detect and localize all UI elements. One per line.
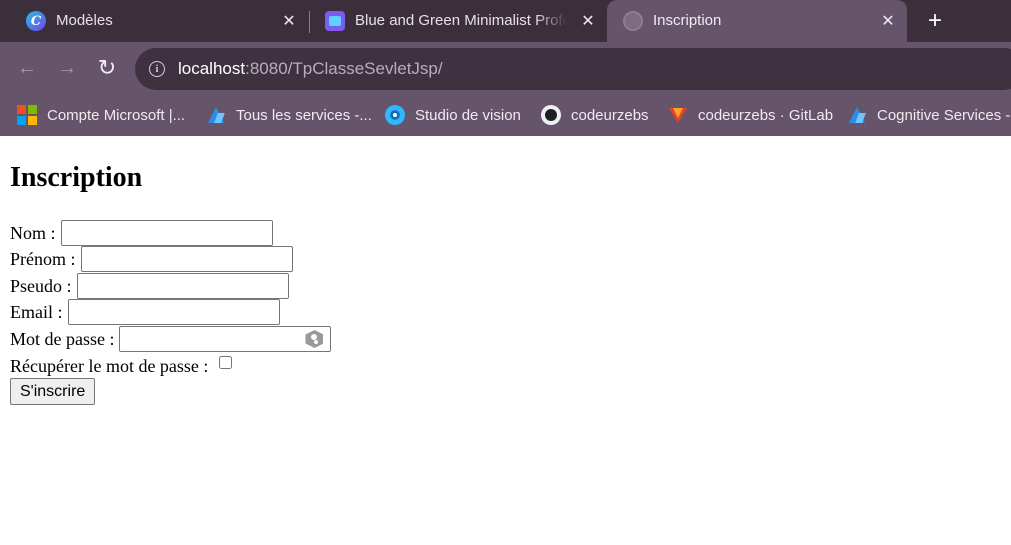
close-icon[interactable]: ✕ <box>577 10 599 32</box>
bookmark-gitlab[interactable]: codeurzebs · GitLab <box>668 103 833 127</box>
prenom-input[interactable] <box>80 246 293 272</box>
tab-title: Blue and Green Minimalist Profe <box>355 12 567 29</box>
signup-button[interactable]: S'inscrire <box>10 378 96 405</box>
url-path: :8080/TpClasseSevletJsp/ <box>245 59 443 78</box>
pseudo-label: Pseudo : <box>10 275 72 296</box>
back-arrow-icon[interactable]: ← <box>13 54 41 82</box>
globe-icon <box>623 11 643 31</box>
close-icon[interactable]: ✕ <box>278 10 300 32</box>
email-input[interactable] <box>67 299 280 325</box>
address-bar[interactable]: i localhost:8080/TpClasseSevletJsp/ <box>135 48 1011 90</box>
tab-title: Inscription <box>653 12 722 29</box>
bookmark-label: codeurzebs · GitLab <box>698 106 834 124</box>
site-info-icon[interactable]: i <box>149 61 165 77</box>
canva-icon: C <box>26 11 46 31</box>
tab-blue-green-design[interactable]: Blue and Green Minimalist Profe ✕ <box>309 0 607 42</box>
bookmark-cognitive-services[interactable]: Cognitive Services -... <box>847 103 1011 127</box>
bookmark-label: Cognitive Services -... <box>877 106 1011 124</box>
nom-input[interactable] <box>60 220 273 246</box>
recover-label: Récupérer le mot de passe : <box>10 355 209 376</box>
pseudo-input[interactable] <box>76 273 289 299</box>
forward-arrow-icon[interactable]: → <box>53 54 81 82</box>
bookmark-all-services[interactable]: Tous les services -... <box>206 103 372 127</box>
recover-checkbox[interactable] <box>219 355 233 369</box>
url-host: localhost <box>178 59 246 78</box>
new-tab-button[interactable]: + <box>921 7 949 35</box>
email-label: Email : <box>10 301 63 322</box>
tab-title: Modèles <box>56 12 113 29</box>
recover-row: Récupérer le mot de passe : <box>10 353 233 379</box>
page-content: Inscription Nom : Prénom : Pseudo : Emai… <box>0 136 1011 545</box>
azure-icon <box>206 105 226 125</box>
password-label: Mot de passe : <box>10 328 115 349</box>
tab-strip: C Modèles ✕ Blue and Green Minimalist Pr… <box>0 0 1011 42</box>
bookmark-label: Tous les services -... <box>236 106 372 124</box>
bookmark-label: Compte Microsoft |... <box>47 106 186 124</box>
nom-row: Nom : <box>10 220 273 246</box>
reload-icon[interactable]: ↻ <box>93 54 121 82</box>
pseudo-row: Pseudo : <box>10 273 289 299</box>
password-input[interactable] <box>119 326 332 352</box>
tab-inscription[interactable]: Inscription ✕ <box>607 0 907 42</box>
github-icon <box>541 105 561 125</box>
url-text[interactable]: localhost:8080/TpClasseSevletJsp/ <box>178 59 443 79</box>
bookmark-github[interactable]: codeurzebs <box>541 103 649 127</box>
bookmark-label: Studio de vision <box>415 106 521 124</box>
gitlab-icon <box>668 105 688 125</box>
page-title: Inscription <box>10 162 143 193</box>
password-field-wrapper <box>119 326 332 352</box>
prenom-label: Prénom : <box>10 248 76 269</box>
azure-icon <box>847 105 867 125</box>
browser-toolbar: ← → ↻ i localhost:8080/TpClasseSevletJsp… <box>0 42 1011 95</box>
bookmark-label: codeurzebs <box>571 106 649 124</box>
close-icon[interactable]: ✕ <box>877 10 899 32</box>
bookmark-microsoft-account[interactable]: Compte Microsoft |... <box>17 103 185 127</box>
nom-label: Nom : <box>10 222 56 243</box>
bookmark-vision-studio[interactable]: Studio de vision <box>385 103 521 127</box>
prenom-row: Prénom : <box>10 246 293 272</box>
canva-design-icon <box>325 11 345 31</box>
tab-modeles[interactable]: C Modèles ✕ <box>10 0 308 42</box>
password-row: Mot de passe : <box>10 326 332 352</box>
vision-studio-icon <box>385 105 405 125</box>
email-row: Email : <box>10 299 280 325</box>
microsoft-icon <box>17 105 37 125</box>
bookmarks-bar: Compte Microsoft |... Tous les services … <box>0 95 1011 136</box>
